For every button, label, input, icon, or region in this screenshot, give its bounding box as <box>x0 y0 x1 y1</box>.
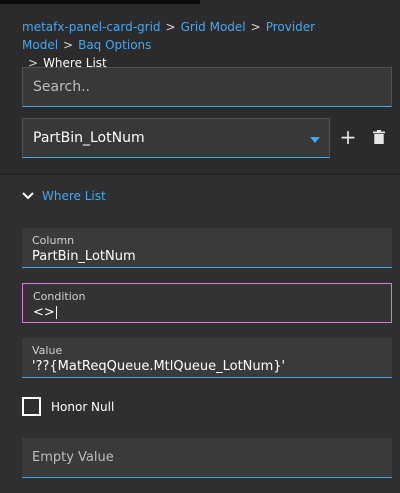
column-value: PartBin_LotNum <box>32 249 136 264</box>
breadcrumb: metafx-panel-card-grid > Grid Model > Provid… <box>22 18 392 72</box>
value-field[interactable]: Value '??{MatReqQueue.MtlQueue_LotNum}' <box>22 338 392 378</box>
column-field[interactable]: Column PartBin_LotNum <box>22 228 392 268</box>
select-value: PartBin_LotNum <box>33 130 145 146</box>
chevron-down-icon[interactable] <box>310 137 320 143</box>
column-label: Column <box>32 234 75 247</box>
plus-icon: + <box>339 125 357 149</box>
honor-null-checkbox-row[interactable]: Honor Null <box>22 397 114 416</box>
empty-value-input[interactable] <box>22 438 392 477</box>
section-title: Where List <box>42 189 106 203</box>
breadcrumb-item-baq-options[interactable]: Baq Options <box>78 38 151 52</box>
empty-value-field[interactable] <box>22 438 392 478</box>
breadcrumb-separator: > <box>63 38 74 52</box>
top-bar <box>0 0 200 4</box>
condition-value: <> <box>33 305 55 320</box>
delete-button[interactable] <box>368 126 390 148</box>
breadcrumb-item-panel-card-grid[interactable]: metafx-panel-card-grid <box>22 20 161 34</box>
text-cursor <box>55 306 57 319</box>
search-field[interactable] <box>22 67 392 107</box>
search-input[interactable] <box>23 68 391 106</box>
where-list-section-toggle[interactable]: Where List <box>22 189 106 203</box>
condition-field[interactable]: Condition <> <box>22 283 392 323</box>
chevron-down-icon <box>22 192 34 200</box>
where-item-select[interactable]: PartBin_LotNum <box>22 118 330 158</box>
add-button[interactable]: + <box>337 126 359 148</box>
honor-null-checkbox[interactable] <box>22 397 41 416</box>
honor-null-label: Honor Null <box>51 399 115 414</box>
breadcrumb-separator: > <box>250 20 261 34</box>
condition-label: Condition <box>33 290 86 303</box>
trash-icon <box>373 130 385 144</box>
condition-value-wrap: <> <box>33 305 57 320</box>
breadcrumb-item-grid-model[interactable]: Grid Model <box>181 20 246 34</box>
value-value: '??{MatReqQueue.MtlQueue_LotNum}' <box>32 359 286 374</box>
value-label: Value <box>32 344 63 357</box>
breadcrumb-separator: > <box>165 20 176 34</box>
